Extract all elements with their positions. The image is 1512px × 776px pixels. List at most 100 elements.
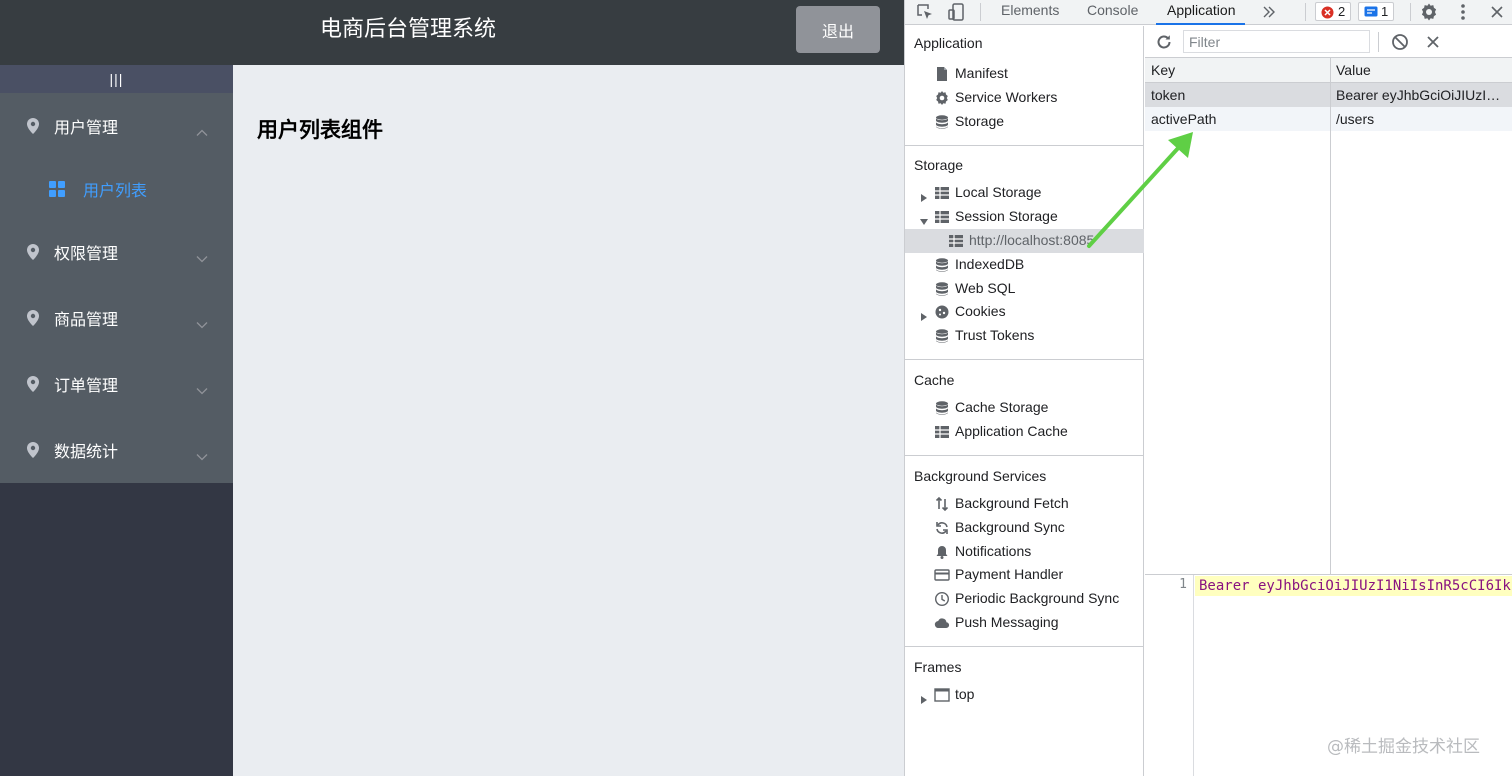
sidebar-item-label: Local Storage	[955, 184, 1042, 200]
menu-item-label: 订单管理	[54, 376, 119, 395]
menu-item-reports[interactable]: 数据统计	[0, 417, 233, 483]
sidebar-item-session-storage[interactable]: Session Storage	[905, 205, 1144, 229]
sidebar-item-background-fetch[interactable]: Background Fetch	[905, 492, 1144, 516]
column-header-key[interactable]: Key	[1145, 58, 1330, 82]
table-icon	[934, 424, 950, 440]
gear-icon	[934, 90, 950, 106]
tab-console[interactable]: Console	[1087, 0, 1138, 25]
table-row[interactable]: token Bearer eyJhbGciOiJIUzI1NiIsInR5cCI…	[1145, 83, 1512, 107]
menu-item-label: 数据统计	[54, 442, 119, 461]
settings-gear-icon[interactable]	[1419, 2, 1439, 22]
column-header-value[interactable]: Value	[1330, 58, 1512, 82]
sidebar-item-label: Periodic Background Sync	[955, 590, 1120, 606]
database-icon	[934, 114, 950, 130]
sidebar: ||| 用户管理 用户列表 权限管理 商品管理订单管理数据统计	[0, 65, 233, 776]
sidebar-item-label: Background Sync	[955, 519, 1065, 535]
app-header: 电商后台管理系统 退出	[0, 0, 904, 65]
section-header-cache: Cache	[914, 372, 955, 388]
sidebar-item-top[interactable]: top	[905, 683, 1144, 707]
expand-down-triangle-icon[interactable]	[920, 213, 928, 225]
logout-button[interactable]: 退出	[796, 6, 880, 53]
menu-item-users[interactable]: 用户管理	[0, 93, 233, 159]
devtools-toolbar: Elements Console Application 2 1	[905, 0, 1512, 25]
sidebar-item-web-sql[interactable]: Web SQL	[905, 277, 1144, 301]
sidebar-item-label: Push Messaging	[955, 614, 1059, 630]
sidebar-menu: 用户管理 用户列表 权限管理 商品管理订单管理数据统计	[0, 93, 233, 483]
close-devtools-icon[interactable]	[1487, 2, 1507, 22]
storage-content: Key Value token Bearer eyJhbGciOiJIUzI1N…	[1145, 26, 1512, 776]
expand-right-triangle-icon[interactable]	[920, 189, 928, 202]
clear-all-icon[interactable]	[1391, 33, 1409, 51]
error-icon	[1321, 6, 1334, 19]
clock-icon	[934, 591, 950, 607]
collapse-toggle-button[interactable]: |||	[0, 65, 233, 93]
row-key: activePath	[1151, 111, 1217, 127]
location-icon	[25, 441, 41, 459]
expand-right-triangle-icon[interactable]	[920, 691, 928, 704]
expand-right-triangle-icon[interactable]	[920, 308, 928, 321]
filter-input[interactable]	[1183, 30, 1370, 53]
sidebar-item-trust-tokens[interactable]: Trust Tokens	[905, 324, 1144, 348]
sidebar-item-background-sync[interactable]: Background Sync	[905, 516, 1144, 540]
key-value-table: Key Value token Bearer eyJhbGciOiJIUzI1N…	[1145, 58, 1512, 574]
watermark: @稀土掘金技术社区	[1327, 737, 1480, 757]
sidebar-item-service-workers[interactable]: Service Workers	[905, 86, 1144, 110]
column-divider[interactable]	[1330, 58, 1331, 574]
location-icon	[25, 117, 41, 135]
table-row[interactable]: activePath /users	[1145, 107, 1512, 131]
sidebar-item-cookies[interactable]: Cookies	[905, 300, 1144, 324]
sidebar-item-cache-storage[interactable]: Cache Storage	[905, 396, 1144, 420]
menu-item-goods[interactable]: 商品管理	[0, 285, 233, 351]
menu-item-orders[interactable]: 订单管理	[0, 351, 233, 417]
cloud-icon	[934, 615, 950, 631]
delete-selected-icon[interactable]	[1424, 33, 1442, 51]
line-gutter: 1	[1145, 575, 1194, 776]
chevron-down-icon	[196, 380, 208, 395]
sidebar-item-label: Manifest	[955, 65, 1008, 81]
sidebar-item-label: Payment Handler	[955, 566, 1064, 582]
menu-item-rights[interactable]: 权限管理	[0, 219, 233, 285]
row-value: Bearer eyJhbGciOiJIUzI1NiIsInR5cCI6IkpXV…	[1336, 87, 1512, 103]
location-icon	[25, 309, 41, 327]
sidebar-item-payment-handler[interactable]: Payment Handler	[905, 563, 1144, 587]
message-badge[interactable]: 1	[1358, 2, 1395, 21]
database-icon	[934, 328, 950, 344]
sidebar-item-label: Application Cache	[955, 423, 1068, 439]
sidebar-item-application-cache[interactable]: Application Cache	[905, 420, 1144, 444]
submenu-item-user-list[interactable]: 用户列表	[0, 159, 233, 219]
card-icon	[934, 567, 950, 583]
tab-application[interactable]: Application	[1156, 0, 1245, 25]
table-header: Key Value	[1145, 58, 1512, 83]
sidebar-item-push-messaging[interactable]: Push Messaging	[905, 611, 1144, 635]
sidebar-item-manifest[interactable]: Manifest	[905, 62, 1144, 86]
device-toggle-icon[interactable]	[947, 2, 967, 22]
chevron-double-right-icon[interactable]	[1260, 3, 1280, 23]
sidebar-item-storage[interactable]: Storage	[905, 110, 1144, 134]
refresh-icon[interactable]	[1154, 32, 1174, 52]
tab-elements[interactable]: Elements	[1001, 0, 1059, 25]
sidebar-item-label: IndexedDB	[955, 256, 1025, 272]
sidebar-item-notifications[interactable]: Notifications	[905, 540, 1144, 564]
toolbar-divider	[1305, 3, 1306, 21]
chevron-up-icon	[196, 122, 208, 136]
toolbar-divider	[1410, 3, 1411, 21]
preview-text[interactable]: Bearer eyJhbGciOiJIUzI1NiIsInR5cCI6IkpXV…	[1195, 576, 1512, 596]
section-divider	[905, 455, 1144, 456]
line-number: 1	[1179, 577, 1187, 592]
storage-toolbar	[1145, 26, 1512, 58]
sidebar-item-periodic-background-sync[interactable]: Periodic Background Sync	[905, 587, 1144, 611]
message-icon	[1364, 6, 1378, 17]
sidebar-item-http-localhost-8085[interactable]: http://localhost:8085	[905, 229, 1144, 253]
sidebar-item-indexeddb[interactable]: IndexedDB	[905, 253, 1144, 277]
inspect-element-icon[interactable]	[915, 2, 935, 22]
sidebar-item-label: Storage	[955, 113, 1005, 129]
error-badge[interactable]: 2	[1315, 2, 1352, 21]
section-header-application: Application	[914, 35, 983, 51]
more-options-icon[interactable]	[1453, 2, 1473, 22]
sync-icon	[934, 520, 950, 536]
chevron-down-icon	[196, 248, 208, 263]
frame-icon	[934, 687, 950, 703]
section-divider	[905, 145, 1144, 146]
sidebar-item-label: Cache Storage	[955, 399, 1049, 415]
sidebar-item-local-storage[interactable]: Local Storage	[905, 181, 1144, 205]
